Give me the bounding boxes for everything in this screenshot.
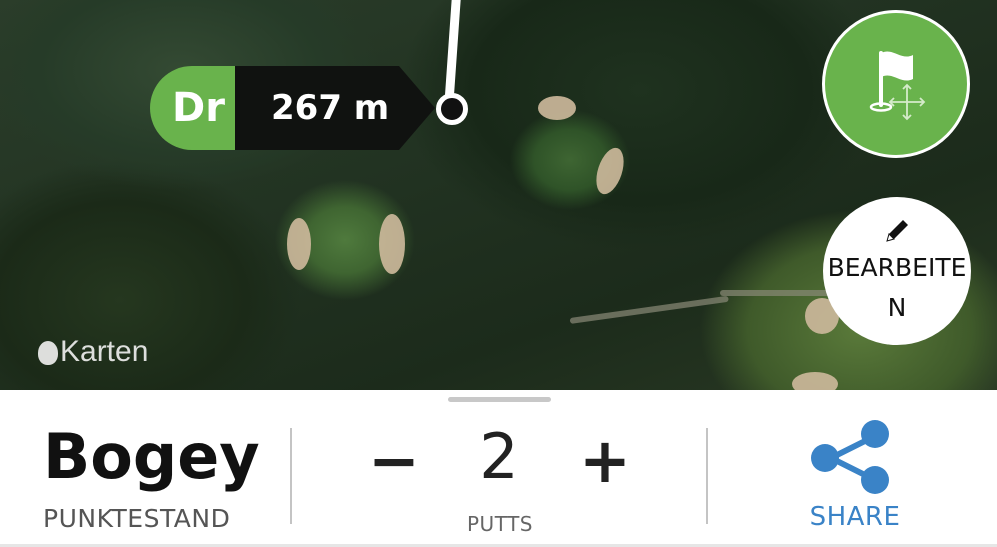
- bunker: [287, 218, 311, 270]
- share-icon: [811, 420, 889, 494]
- map-view[interactable]: Dr 267 m Karten BEARBEITEN: [0, 0, 997, 390]
- score-label: PUNKTESTAND: [43, 504, 231, 533]
- move-flag-button[interactable]: [822, 10, 970, 158]
- score-value[interactable]: Bogey: [43, 420, 260, 493]
- putts-value: 2: [479, 420, 519, 493]
- flag-move-icon: [869, 51, 926, 121]
- map-attribution: Karten: [38, 335, 148, 369]
- edit-button-label: BEARBEITEN: [827, 253, 967, 322]
- panel-drag-handle[interactable]: [448, 397, 551, 402]
- hole-stats-panel: Bogey PUNKTESTAND − 2 + PUTTS SHARE: [0, 390, 997, 547]
- bunker: [538, 96, 576, 120]
- share-label: SHARE: [809, 502, 901, 532]
- divider: [290, 428, 292, 524]
- map-brand-label: Karten: [60, 335, 149, 368]
- bunker: [792, 372, 838, 390]
- aim-point-handle[interactable]: [436, 93, 468, 125]
- putts-label: PUTTS: [467, 512, 533, 536]
- divider: [706, 428, 708, 524]
- apple-icon: [38, 341, 58, 365]
- distance-marker[interactable]: Dr 267 m: [150, 66, 450, 150]
- edit-button[interactable]: BEARBEITEN: [823, 197, 971, 345]
- pencil-icon: [886, 220, 908, 242]
- cart-path: [569, 295, 729, 324]
- bunker: [379, 214, 405, 274]
- putts-decrement-button[interactable]: −: [364, 424, 424, 497]
- bunker: [591, 144, 629, 198]
- putts-increment-button[interactable]: +: [575, 424, 635, 497]
- distance-label: 267 m: [235, 66, 435, 150]
- share-button[interactable]: SHARE: [795, 420, 915, 540]
